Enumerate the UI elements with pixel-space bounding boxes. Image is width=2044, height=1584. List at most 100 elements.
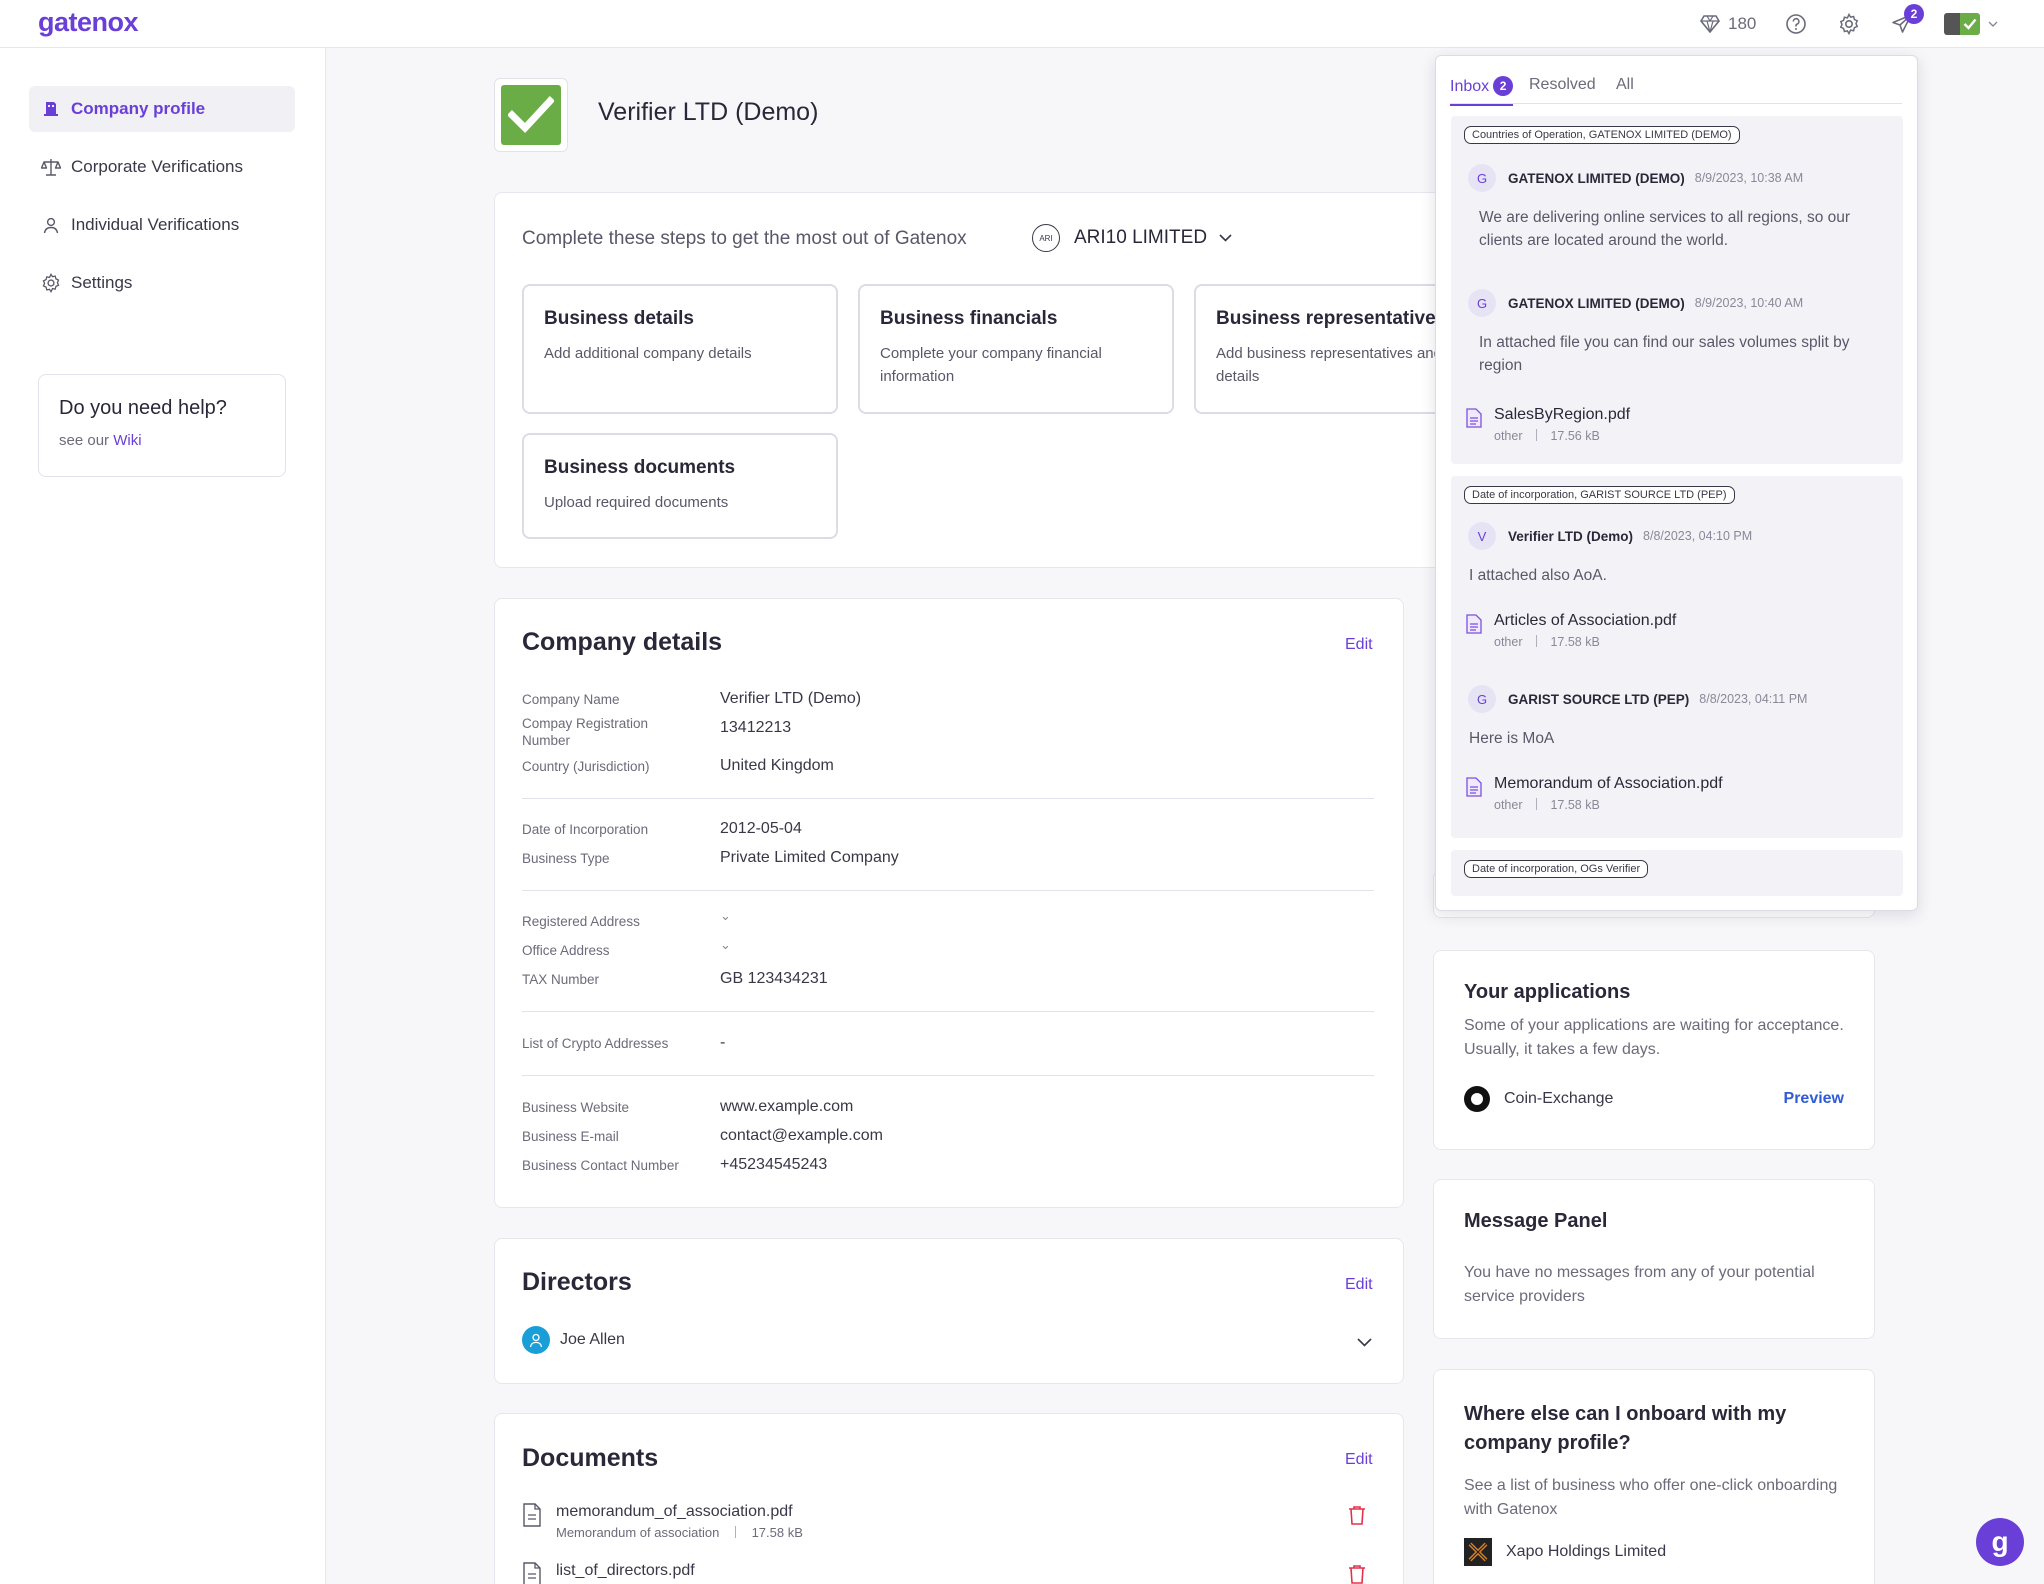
sidebar-item-label: Corporate Verifications: [71, 157, 243, 176]
credits-indicator[interactable]: 180: [1700, 12, 1756, 36]
detail-value: +45234545243: [720, 1156, 828, 1173]
detail-value: contact@example.com: [720, 1127, 883, 1144]
sidebar-item-label: Settings: [71, 273, 133, 292]
step-card-business-financials[interactable]: Business financials Complete your compan…: [858, 284, 1174, 414]
notification-badge: 2: [1904, 4, 1924, 24]
onboard-desc: See a list of business who offer one-cli…: [1464, 1477, 1838, 1518]
tab-inbox[interactable]: Inbox 2: [1450, 76, 1514, 106]
step-desc: Complete your company financial informat…: [880, 345, 1102, 386]
message-text: We are delivering online services to all…: [1479, 209, 1851, 250]
message-header: G GATENOX LIMITED (DEMO) 8/9/2023, 10:40…: [1468, 289, 1803, 317]
step-card-business-details[interactable]: Business details Add additional company …: [522, 284, 838, 414]
author-avatar: G: [1468, 164, 1496, 192]
onboard-card: Where else can I onboard with my company…: [1433, 1369, 1875, 1584]
settings-gear-icon[interactable]: [1837, 12, 1861, 36]
office-address-expand[interactable]: ⌄: [720, 937, 731, 953]
thread-tag: Date of incorporation, GARIST SOURCE LTD…: [1464, 486, 1735, 504]
step-desc: Add additional company details: [544, 345, 752, 362]
divider: [522, 1075, 1374, 1076]
sidebar-item-company-profile[interactable]: Company profile: [29, 86, 295, 132]
detail-label: Registered Address: [522, 914, 640, 929]
attachment-size: 17.56 kB: [1550, 429, 1600, 443]
thread-tag: Date of incorporation, OGs Verifier: [1464, 860, 1649, 878]
sidebar-item-individual-verifications[interactable]: Individual Verifications: [29, 202, 295, 248]
attachment-size: 17.58 kB: [1550, 635, 1600, 649]
user-avatar: [1944, 13, 1980, 35]
directors-edit-link[interactable]: Edit: [1345, 1276, 1373, 1294]
documents-edit-link[interactable]: Edit: [1345, 1451, 1373, 1469]
step-desc: Upload required documents: [544, 494, 729, 511]
document-name: memorandum_of_association.pdf: [556, 1503, 793, 1520]
attachment[interactable]: SalesByRegion.pdf other 17.56 kB: [1466, 406, 1630, 443]
applications-title: Your applications: [1464, 981, 1631, 1003]
inbox-thread[interactable]: Countries of Operation, GATENOX LIMITED …: [1451, 116, 1903, 464]
notifications-button[interactable]: 2: [1890, 4, 1924, 36]
delete-trash-icon[interactable]: [1348, 1564, 1368, 1584]
scales-icon: [39, 158, 63, 176]
sidebar-item-corporate-verifications[interactable]: Corporate Verifications: [29, 144, 295, 190]
attachment[interactable]: Memorandum of Association.pdf other 17.5…: [1466, 775, 1723, 812]
director-row[interactable]: Joe Allen: [522, 1326, 625, 1354]
thread-tag: Countries of Operation, GATENOX LIMITED …: [1464, 126, 1740, 144]
registered-address-expand[interactable]: ⌄: [720, 908, 731, 924]
user-menu[interactable]: [1944, 12, 1998, 36]
message-text: In attached file you can find our sales …: [1479, 334, 1850, 375]
help-icon[interactable]: [1785, 12, 1807, 36]
step-card-business-documents[interactable]: Business documents Upload required docum…: [522, 433, 838, 539]
applications-desc: Some of your applications are waiting fo…: [1464, 1017, 1844, 1058]
detail-label: Date of Incorporation: [522, 822, 649, 837]
onboard-row[interactable]: Xapo Holdings Limited: [1464, 1538, 1844, 1566]
author-name: GATENOX LIMITED (DEMO): [1508, 170, 1685, 186]
divider: [522, 798, 1374, 799]
document-row[interactable]: memorandum_of_association.pdf Memorandum…: [522, 1503, 803, 1540]
document-size: 17.58 kB: [751, 1525, 803, 1540]
sidebar-item-label: Company profile: [71, 99, 206, 118]
xapo-logo-icon: [1464, 1538, 1492, 1566]
delete-trash-icon[interactable]: [1348, 1505, 1368, 1527]
message-text: I attached also AoA.: [1469, 567, 1607, 584]
wiki-link[interactable]: Wiki: [113, 432, 141, 449]
detail-value: www.example.com: [720, 1098, 854, 1115]
gatenox-logo[interactable]: gatenox: [38, 7, 139, 38]
document-row[interactable]: list_of_directors.pdf: [522, 1562, 695, 1584]
director-name: Joe Allen: [560, 1331, 625, 1348]
message-header: G GATENOX LIMITED (DEMO) 8/9/2023, 10:38…: [1468, 164, 1803, 192]
chat-support-button[interactable]: g: [1976, 1518, 2024, 1566]
company-details-edit-link[interactable]: Edit: [1345, 636, 1373, 654]
message-panel-title: Message Panel: [1464, 1210, 1608, 1232]
step-card-business-representatives[interactable]: Business representatives Add business re…: [1194, 284, 1444, 414]
tab-resolved[interactable]: Resolved: [1529, 76, 1596, 94]
detail-value: GB 123434231: [720, 970, 828, 987]
company-selector[interactable]: ARI ARI10 LIMITED: [1032, 224, 1232, 252]
chevron-down-icon[interactable]: [1357, 1334, 1372, 1352]
chevron-down-icon: [1988, 21, 1998, 28]
tab-badge: 2: [1493, 76, 1514, 96]
sidebar-item-label: Individual Verifications: [71, 215, 240, 234]
pdf-file-icon: [1466, 408, 1482, 428]
file-icon: [522, 1503, 542, 1527]
attachment-meta: other 17.56 kB: [1494, 429, 1630, 443]
top-bar: gatenox 180 2: [0, 0, 2044, 48]
company-logo-icon: ARI: [1032, 224, 1060, 252]
inbox-popup: Inbox 2 Resolved All Countries of Operati…: [1435, 55, 1918, 911]
detail-label: Compay Registration Number: [522, 716, 649, 748]
detail-value: 2012-05-04: [720, 820, 802, 837]
detail-value: Verifier LTD (Demo): [720, 690, 862, 707]
inbox-thread[interactable]: Date of incorporation, GARIST SOURCE LTD…: [1451, 476, 1903, 838]
detail-value: 13412213: [720, 719, 792, 736]
message-header: G GARIST SOURCE LTD (PEP) 8/8/2023, 04:1…: [1468, 685, 1807, 713]
sidebar-item-settings[interactable]: Settings: [29, 260, 295, 306]
inbox-thread[interactable]: Date of incorporation, OGs Verifier: [1451, 850, 1903, 896]
preview-link[interactable]: Preview: [1784, 1090, 1844, 1108]
step-title: Business details: [544, 308, 694, 329]
tab-all[interactable]: All: [1616, 76, 1634, 94]
file-icon: [522, 1562, 542, 1584]
directors-card: [494, 1238, 1404, 1384]
document-name: list_of_directors.pdf: [556, 1562, 695, 1579]
author-avatar: G: [1468, 685, 1496, 713]
page-title: Verifier LTD (Demo): [598, 98, 819, 126]
attachment[interactable]: Articles of Association.pdf other 17.58 …: [1466, 612, 1676, 649]
gatenox-chat-icon: g: [1991, 1526, 2009, 1557]
attachment-name: Memorandum of Association.pdf: [1494, 775, 1723, 792]
detail-value: United Kingdom: [720, 757, 834, 774]
